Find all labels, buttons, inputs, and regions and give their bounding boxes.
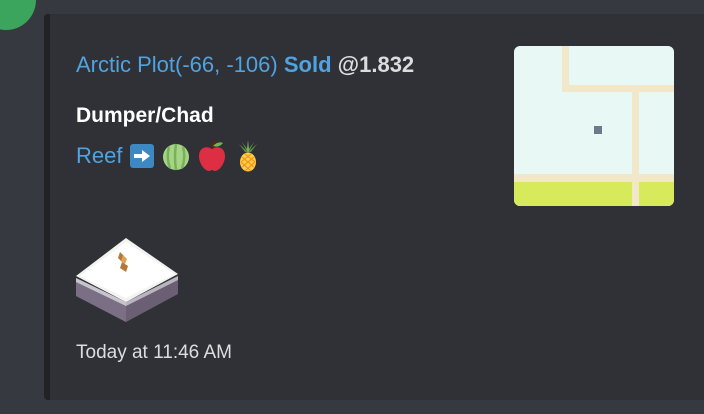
biome-link[interactable]: Reef (76, 143, 122, 169)
pineapple-icon (232, 140, 264, 172)
sold-status: Sold (283, 52, 332, 77)
plot-map-thumbnail[interactable] (514, 46, 674, 206)
plot-land-image[interactable] (74, 236, 180, 324)
embed-title: Arctic Plot(-66, -106) Sold @1.832 (76, 52, 414, 78)
plot-title-link[interactable]: Arctic Plot(-66, -106) (76, 52, 278, 77)
sale-price: @1.832 (337, 52, 415, 77)
embed-timestamp: Today at 11:46 AM (76, 342, 232, 363)
arrow-right-icon (130, 144, 155, 168)
embed-color-bar (44, 14, 50, 400)
apple-icon (196, 140, 228, 172)
embed-field-name: Dumper/Chad (76, 104, 214, 127)
message-embed: Arctic Plot(-66, -106) Sold @1.832 Dumpe… (44, 14, 704, 400)
user-avatar[interactable] (0, 0, 36, 30)
embed-field-value: Reef (76, 140, 264, 172)
melon-icon (160, 140, 192, 172)
